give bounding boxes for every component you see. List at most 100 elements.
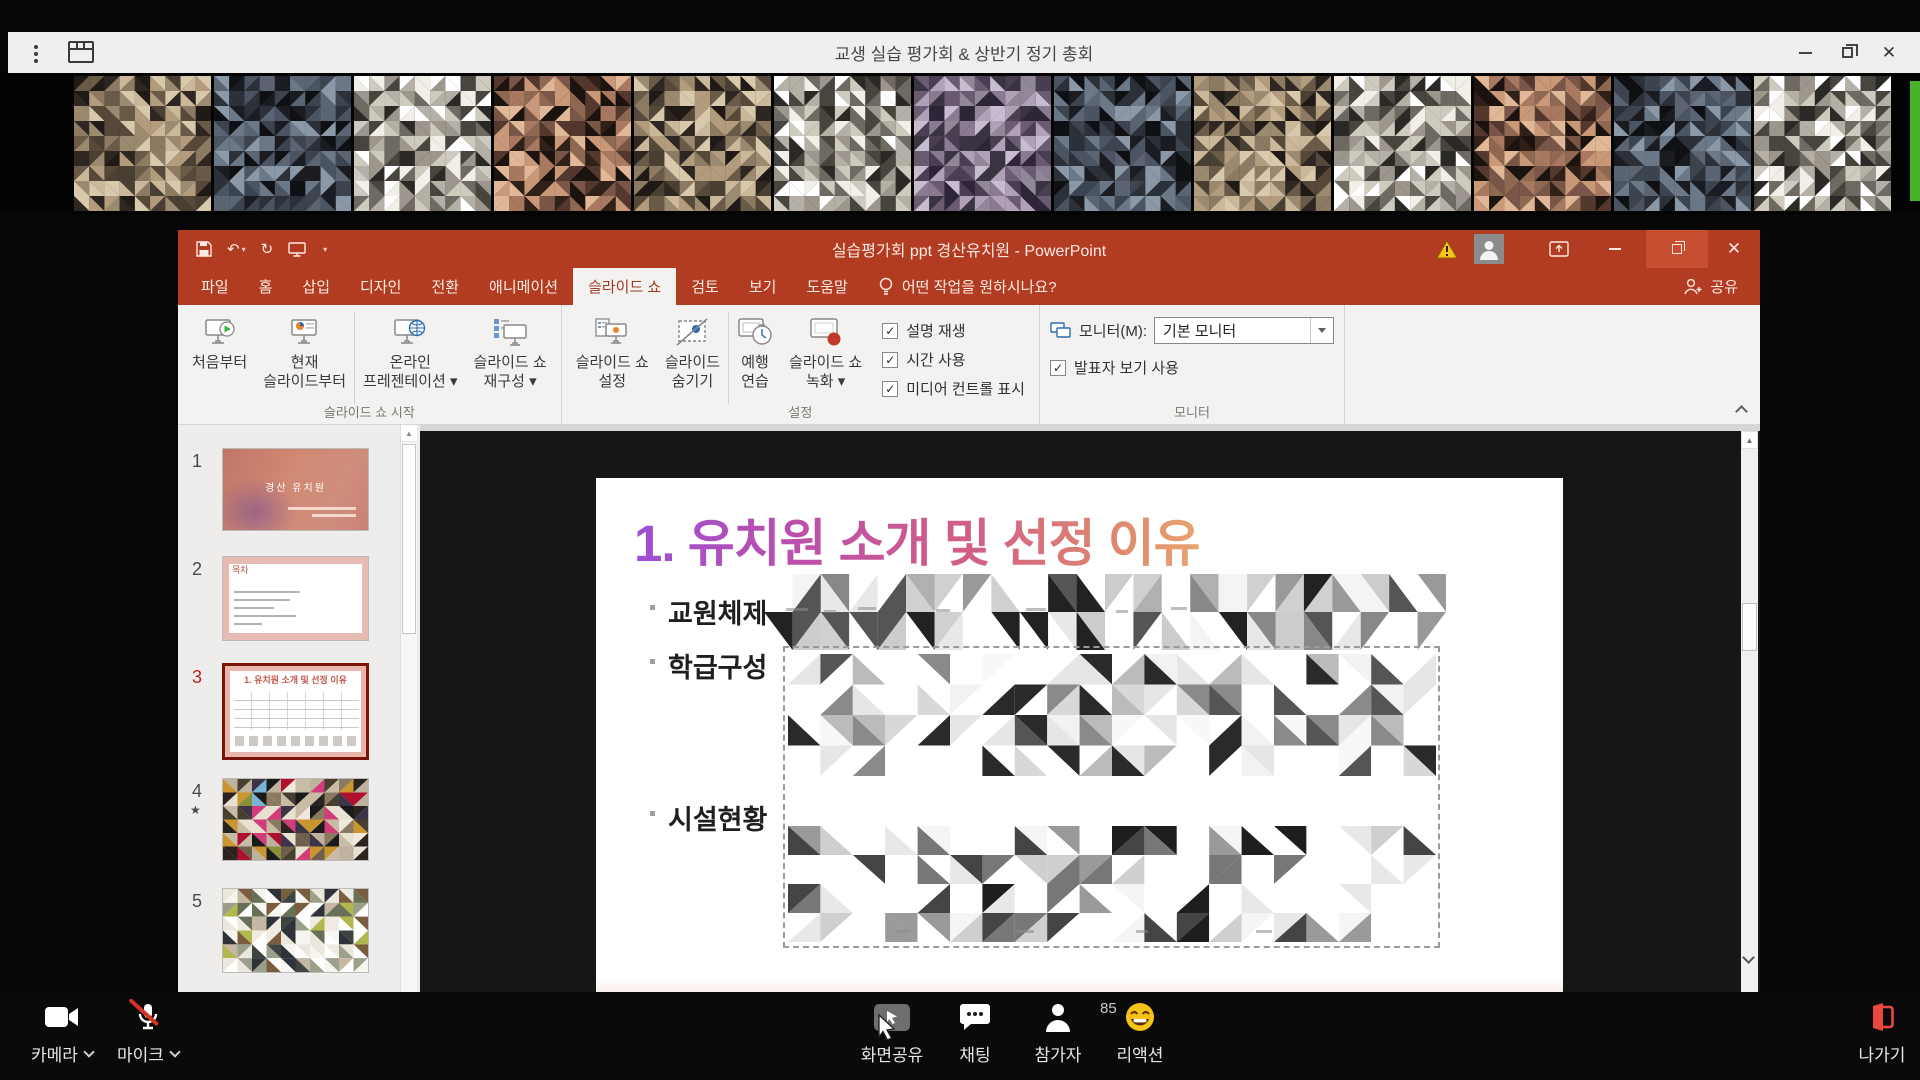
leave-button[interactable]: 나가기	[1837, 1000, 1920, 1066]
stopwatch-screen-icon	[737, 313, 773, 353]
thumbnail-scrollbar[interactable]	[400, 425, 417, 992]
present-online-button[interactable]: 온라인 프레젠테이션 ▾	[355, 310, 466, 394]
video-tile[interactable]	[494, 76, 631, 211]
slide-thumbnail-1[interactable]: 경산 유치원	[222, 448, 369, 531]
video-tile[interactable]	[354, 76, 491, 211]
save-icon[interactable]	[196, 241, 212, 257]
video-tile[interactable]	[1474, 76, 1611, 211]
ppt-restore-icon[interactable]	[1646, 230, 1708, 268]
participant-video-strip	[0, 73, 1920, 214]
close-icon[interactable]: ✕	[1868, 32, 1910, 73]
slide-thumbnail-4-censored[interactable]	[222, 778, 369, 861]
share-button[interactable]: 공유	[1683, 268, 1738, 305]
slide-canvas[interactable]: 1. 유치원 소개 및 선정 이유 교원체제 학급구성 시설현황	[596, 478, 1563, 992]
tab-transitions[interactable]: 전환	[416, 268, 474, 305]
scroll-up-icon[interactable]	[401, 425, 417, 442]
list-screen-icon	[492, 313, 528, 353]
video-tile[interactable]	[1614, 76, 1751, 211]
slide-number-selected: 3	[192, 667, 202, 688]
from-current-slide-button[interactable]: 현재 슬라이드부터	[255, 310, 354, 394]
scrollbar-thumb[interactable]	[1742, 603, 1757, 651]
reactions-button[interactable]: 리액션	[1095, 1000, 1185, 1066]
group-setup: 슬라이드 쇼 설정 슬라이드 숨기기 예행 연습	[562, 305, 1040, 424]
hide-slide-button[interactable]: 슬라이드 숨기기	[657, 310, 728, 394]
from-beginning-button[interactable]: 처음부터	[184, 310, 255, 375]
tab-help[interactable]: 도움말	[791, 268, 862, 305]
slide-number: 5	[192, 891, 202, 912]
chevron-down-icon[interactable]	[1310, 318, 1333, 343]
slide-number: 1	[192, 451, 202, 472]
chevron-down-icon[interactable]	[83, 1046, 94, 1057]
tab-insert[interactable]: 삽입	[287, 268, 345, 305]
thumb3-table	[234, 692, 359, 730]
globe-screen-icon	[392, 313, 428, 353]
redo-icon[interactable]: ↻	[261, 240, 274, 258]
checkbox-use-presenter-view[interactable]: 발표자 보기 사용	[1050, 357, 1179, 378]
setup-slideshow-button[interactable]: 슬라이드 쇼 설정	[568, 310, 657, 394]
qat-customize-icon[interactable]: ▾	[323, 245, 327, 254]
chat-button[interactable]: 채팅	[930, 1000, 1020, 1066]
participants-button[interactable]: 85 참가자	[1013, 1000, 1103, 1066]
custom-slideshow-button[interactable]: 슬라이드 쇼 재구성 ▾	[466, 310, 555, 394]
restore-icon[interactable]	[1826, 32, 1868, 73]
video-tile[interactable]	[1054, 76, 1191, 211]
collapse-ribbon-icon[interactable]	[1735, 405, 1748, 418]
checkbox-play-narrations[interactable]: 설명 재생	[882, 320, 1025, 341]
slide-bullet-3[interactable]: 시설현황	[668, 798, 767, 837]
ppt-close-icon[interactable]: ✕	[1708, 230, 1760, 268]
scroll-down-icon[interactable]	[1742, 951, 1755, 964]
slide-bottom-frame	[596, 978, 1563, 992]
camera-button[interactable]: 카메라	[17, 1000, 107, 1066]
group-label: 설정	[562, 402, 1039, 421]
slide-title[interactable]: 1. 유치원 소개 및 선정 이유	[634, 502, 1200, 576]
tab-view[interactable]: 보기	[734, 268, 792, 305]
video-tile[interactable]	[1334, 76, 1471, 211]
checkbox-checked-icon	[882, 352, 898, 368]
video-tile[interactable]	[214, 76, 351, 211]
warning-icon[interactable]	[1428, 240, 1466, 259]
video-tile[interactable]	[634, 76, 771, 211]
account-avatar[interactable]	[1474, 234, 1504, 264]
checkbox-use-timings[interactable]: 시간 사용	[882, 349, 1025, 370]
setup-screen-icon	[594, 313, 630, 353]
video-edge-sliver	[1910, 81, 1920, 201]
tab-file[interactable]: 파일	[186, 268, 244, 305]
tab-home[interactable]: 홈	[244, 268, 288, 305]
checkbox-show-media-controls[interactable]: 미디어 컨트롤 표시	[882, 378, 1025, 399]
rehearse-timings-button[interactable]: 예행 연습	[729, 310, 781, 394]
video-tile[interactable]	[774, 76, 911, 211]
ppt-minimize-icon[interactable]	[1584, 230, 1646, 268]
tell-me-box[interactable]: 어떤 작업을 원하시나요?	[879, 268, 1057, 305]
checkbox-checked-icon	[882, 381, 898, 397]
tell-me-label: 어떤 작업을 원하시나요?	[902, 276, 1057, 297]
slideshow-icon[interactable]	[288, 242, 306, 257]
undo-icon[interactable]: ↶▾	[227, 240, 246, 258]
tab-slideshow[interactable]: 슬라이드 쇼	[573, 268, 676, 305]
minimize-icon[interactable]	[1784, 32, 1826, 73]
tab-animations[interactable]: 애니메이션	[474, 268, 573, 305]
slide-thumbnail-3-selected[interactable]: 1. 유치원 소개 및 선정 이유	[222, 663, 369, 760]
group-label: 슬라이드 쇼 시작	[178, 402, 561, 421]
scrollbar-thumb[interactable]	[402, 444, 416, 634]
video-tile[interactable]	[1194, 76, 1331, 211]
mic-button-muted[interactable]: 마이크	[103, 1000, 193, 1066]
tab-design[interactable]: 디자인	[345, 268, 416, 305]
thumb1-title: 경산 유치원	[223, 479, 368, 494]
reaction-emoji-icon	[1125, 1002, 1155, 1032]
chart-screen-icon	[288, 313, 322, 353]
censored-mosaic-table-1	[788, 654, 1436, 776]
slide-thumbnail-2[interactable]: 목차	[222, 556, 369, 641]
video-tile[interactable]	[74, 76, 211, 211]
slide-bullet-1[interactable]: 교원체제	[668, 592, 767, 631]
slide-bullet-2[interactable]: 학급구성	[668, 646, 767, 685]
ribbon-display-options-icon[interactable]	[1534, 241, 1584, 257]
slide-thumbnail-5-censored[interactable]	[222, 888, 369, 973]
scroll-up-icon[interactable]	[1741, 431, 1758, 449]
video-tile[interactable]	[914, 76, 1051, 211]
record-slideshow-button[interactable]: 슬라이드 쇼 녹화 ▾	[781, 310, 870, 394]
edit-area-scrollbar[interactable]	[1741, 431, 1758, 992]
video-tile[interactable]	[1754, 76, 1891, 211]
tab-review[interactable]: 검토	[676, 268, 734, 305]
chevron-down-icon[interactable]	[169, 1046, 180, 1057]
monitor-select[interactable]: 기본 모니터	[1154, 317, 1334, 344]
